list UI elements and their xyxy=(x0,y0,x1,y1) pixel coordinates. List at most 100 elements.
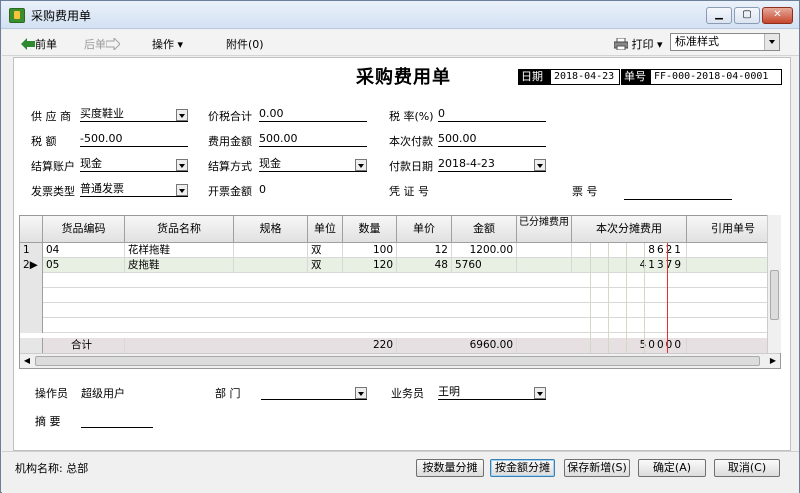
attachments-label: 附件(0) xyxy=(226,38,264,51)
cell-unit[interactable]: 双 xyxy=(308,258,343,273)
table-row[interactable] xyxy=(20,318,780,333)
cell-alloc-done[interactable] xyxy=(517,258,572,273)
close-button[interactable]: ✕ xyxy=(762,7,793,24)
scroll-thumb[interactable] xyxy=(35,356,760,366)
prev-button[interactable]: 前单 xyxy=(21,36,57,52)
tax-amount-field[interactable]: -500.00 xyxy=(80,132,188,147)
ticket-no-field[interactable] xyxy=(624,185,732,200)
table-row[interactable]: 2▶ 05 皮拖鞋 双 120 48 5760 41379 xyxy=(20,258,780,273)
prev-label: 前单 xyxy=(35,38,57,51)
ok-button[interactable]: 确定(A) xyxy=(638,459,706,477)
cell-code[interactable]: 05 xyxy=(43,258,125,273)
cell-alloc-done[interactable] xyxy=(517,243,572,258)
table-row[interactable] xyxy=(20,288,780,303)
cell-unit[interactable]: 双 xyxy=(308,243,343,258)
cell-name[interactable]: 皮拖鞋 xyxy=(125,258,234,273)
col-name-header[interactable]: 货品名称 xyxy=(125,216,234,243)
col-qty-header[interactable]: 数量 xyxy=(343,216,397,243)
pay-date-picker[interactable]: 2018-4-23 xyxy=(438,157,546,172)
minimize-button[interactable]: ▁ xyxy=(706,7,732,24)
pay-date-label: 付款日期 xyxy=(389,160,433,173)
table-row[interactable] xyxy=(20,273,780,288)
table-row[interactable] xyxy=(20,303,780,318)
account-value: 现金 xyxy=(80,157,102,170)
pay-now-field[interactable]: 500.00 xyxy=(438,132,546,147)
row-header-corner xyxy=(20,216,43,243)
scroll-thumb[interactable] xyxy=(770,270,779,320)
caret-down-icon: ▾ xyxy=(653,38,663,51)
col-spec-header[interactable]: 规格 xyxy=(234,216,308,243)
pay-date-value: 2018-4-23 xyxy=(438,157,495,170)
invoice-amount-label: 开票金额 xyxy=(208,185,252,198)
account-select[interactable]: 现金 xyxy=(80,157,188,172)
supplier-select[interactable]: 买度鞋业 xyxy=(80,107,188,122)
col-code-header[interactable]: 货品编码 xyxy=(43,216,125,243)
cell-price[interactable]: 48 xyxy=(397,258,452,273)
fee-amount-field[interactable]: 500.00 xyxy=(259,132,367,147)
operator-value: 超级用户 xyxy=(81,387,125,400)
print-style-value: 标准样式 xyxy=(675,35,719,48)
cell-name[interactable]: 花样拖鞋 xyxy=(125,243,234,258)
dropdown-arrow-icon xyxy=(355,387,367,399)
arrow-right-icon xyxy=(106,38,120,50)
print-style-select[interactable]: 标准样式 xyxy=(670,33,780,51)
cancel-button[interactable]: 取消(C) xyxy=(714,459,780,477)
cell-amount[interactable]: 5760 xyxy=(452,258,517,273)
grid-horizontal-scrollbar[interactable]: ◀ ▶ xyxy=(20,353,780,368)
save-new-button[interactable]: 保存新增(S) xyxy=(564,459,630,477)
invoice-type-select[interactable]: 普通发票 xyxy=(80,182,188,197)
row-index: 2▶ xyxy=(20,258,43,273)
col-alloc-now-header[interactable]: 本次分摊费用 xyxy=(572,216,687,243)
doc-no-field[interactable]: FF-000-2018-04-0001 xyxy=(650,69,782,85)
scroll-left-icon[interactable]: ◀ xyxy=(20,355,34,368)
dropdown-arrow-icon xyxy=(176,109,188,121)
date-label: 日期 xyxy=(518,69,551,85)
summary-field[interactable] xyxy=(81,413,153,428)
maximize-button[interactable]: ▢ xyxy=(734,7,760,24)
print-menu[interactable]: 打印 ▾ xyxy=(614,36,663,52)
salesman-select[interactable]: 王明 xyxy=(438,385,546,400)
cell-qty[interactable]: 120 xyxy=(343,258,397,273)
fee-amount-label: 费用金额 xyxy=(208,135,252,148)
col-unit-header[interactable]: 单位 xyxy=(308,216,343,243)
row-index: 1 xyxy=(20,243,43,258)
alloc-guide-line xyxy=(590,243,591,354)
next-label: 后单 xyxy=(84,38,106,51)
tax-total-field[interactable]: 0.00 xyxy=(259,107,367,122)
dropdown-arrow-icon xyxy=(534,159,546,171)
allocate-by-amount-button[interactable]: 按金额分摊 xyxy=(490,459,555,477)
cell-spec[interactable] xyxy=(234,243,308,258)
settle-method-select[interactable]: 现金 xyxy=(259,157,367,172)
arrow-left-icon xyxy=(21,38,35,50)
scroll-right-icon[interactable]: ▶ xyxy=(766,355,780,368)
next-button[interactable]: 后单 xyxy=(84,36,120,52)
settle-method-label: 结算方式 xyxy=(208,160,252,173)
allocate-by-qty-button[interactable]: 按数量分摊 xyxy=(416,459,484,477)
org-name: 机构名称: 总部 xyxy=(15,462,89,475)
cell-amount[interactable]: 1200.00 xyxy=(452,243,517,258)
col-price-header[interactable]: 单价 xyxy=(397,216,452,243)
department-select[interactable] xyxy=(261,385,367,400)
supplier-value: 买度鞋业 xyxy=(80,107,124,120)
operations-menu[interactable]: 操作 ▾ xyxy=(152,36,183,52)
col-amount-header[interactable]: 金额 xyxy=(452,216,517,243)
ticket-no-label: 票 号 xyxy=(572,185,598,198)
printer-icon xyxy=(614,38,628,50)
alloc-guide-line xyxy=(644,243,645,354)
tax-rate-field[interactable]: 0 xyxy=(438,107,546,122)
cell-spec[interactable] xyxy=(234,258,308,273)
grid-vertical-scrollbar[interactable] xyxy=(767,215,781,353)
attachments-button[interactable]: 附件(0) xyxy=(226,36,264,52)
dropdown-arrow-icon xyxy=(534,387,546,399)
col-alloc-done-header[interactable]: 已分摊费用 xyxy=(517,216,572,243)
salesman-label: 业务员 xyxy=(391,387,424,400)
date-field[interactable]: 2018-04-23 xyxy=(550,69,620,85)
dropdown-arrow-icon xyxy=(176,159,188,171)
alloc-guide-line xyxy=(608,243,609,354)
salesman-value: 王明 xyxy=(438,385,460,398)
cell-price[interactable]: 12 xyxy=(397,243,452,258)
cell-qty[interactable]: 100 xyxy=(343,243,397,258)
invoice-type-label: 发票类型 xyxy=(31,185,75,198)
table-row[interactable]: 1 04 花样拖鞋 双 100 12 1200.00 8621 xyxy=(20,243,780,258)
cell-code[interactable]: 04 xyxy=(43,243,125,258)
